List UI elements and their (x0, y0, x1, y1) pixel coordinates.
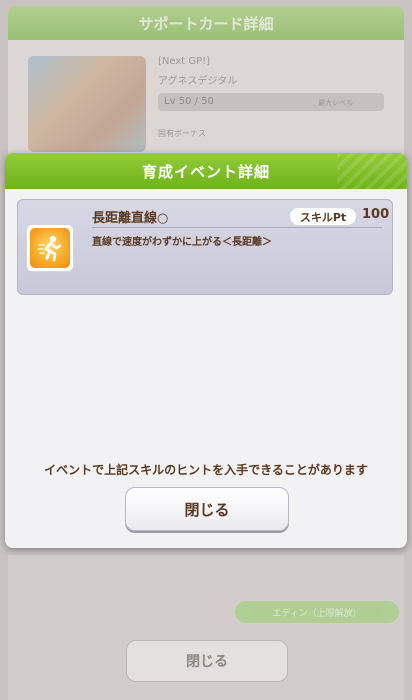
dialog-body-space (5, 295, 407, 447)
close-button[interactable]: 閉じる (125, 487, 289, 531)
level-text: Lv 50 / 50 (164, 96, 214, 107)
dialog-header: 育成イベント詳細 (5, 153, 407, 189)
card-epithet: [Next GP!] (158, 56, 211, 67)
speed-up-skill-icon (30, 228, 70, 268)
support-card-art (28, 56, 146, 152)
dialog-title: 育成イベント詳細 (141, 162, 270, 181)
skill-name: 長距離直線○ (92, 211, 169, 226)
card-character: アグネスデジタル (158, 76, 238, 87)
skill-pt-value: 100 (362, 207, 390, 222)
background-close-button[interactable]: 閉じる (126, 640, 288, 682)
limit-break-button[interactable]: エディン（上限解放） (235, 601, 399, 623)
skill-pt-label: スキルPt (290, 208, 356, 225)
event-skill-card: 長距離直線○ スキルPt 100 直線で速度がわずかに上がる＜長距離＞ (17, 199, 393, 295)
background-header: サポートカード詳細 (8, 6, 404, 40)
level-status: 最大レベル (318, 99, 353, 107)
bonus-label: 固有ボーナス (158, 129, 206, 138)
background-title: サポートカード詳細 (138, 14, 274, 33)
training-event-dialog: 育成イベント詳細 長距離直線○ スキルPt 100 直線で速度がわずかに上がる＜… (5, 153, 407, 548)
card-divider (92, 227, 382, 228)
skill-icon-frame (26, 224, 74, 272)
dialog-message: イベントで上記スキルのヒントを入手できることがあります (44, 463, 368, 477)
skill-description: 直線で速度がわずかに上がる＜長距離＞ (92, 237, 272, 248)
